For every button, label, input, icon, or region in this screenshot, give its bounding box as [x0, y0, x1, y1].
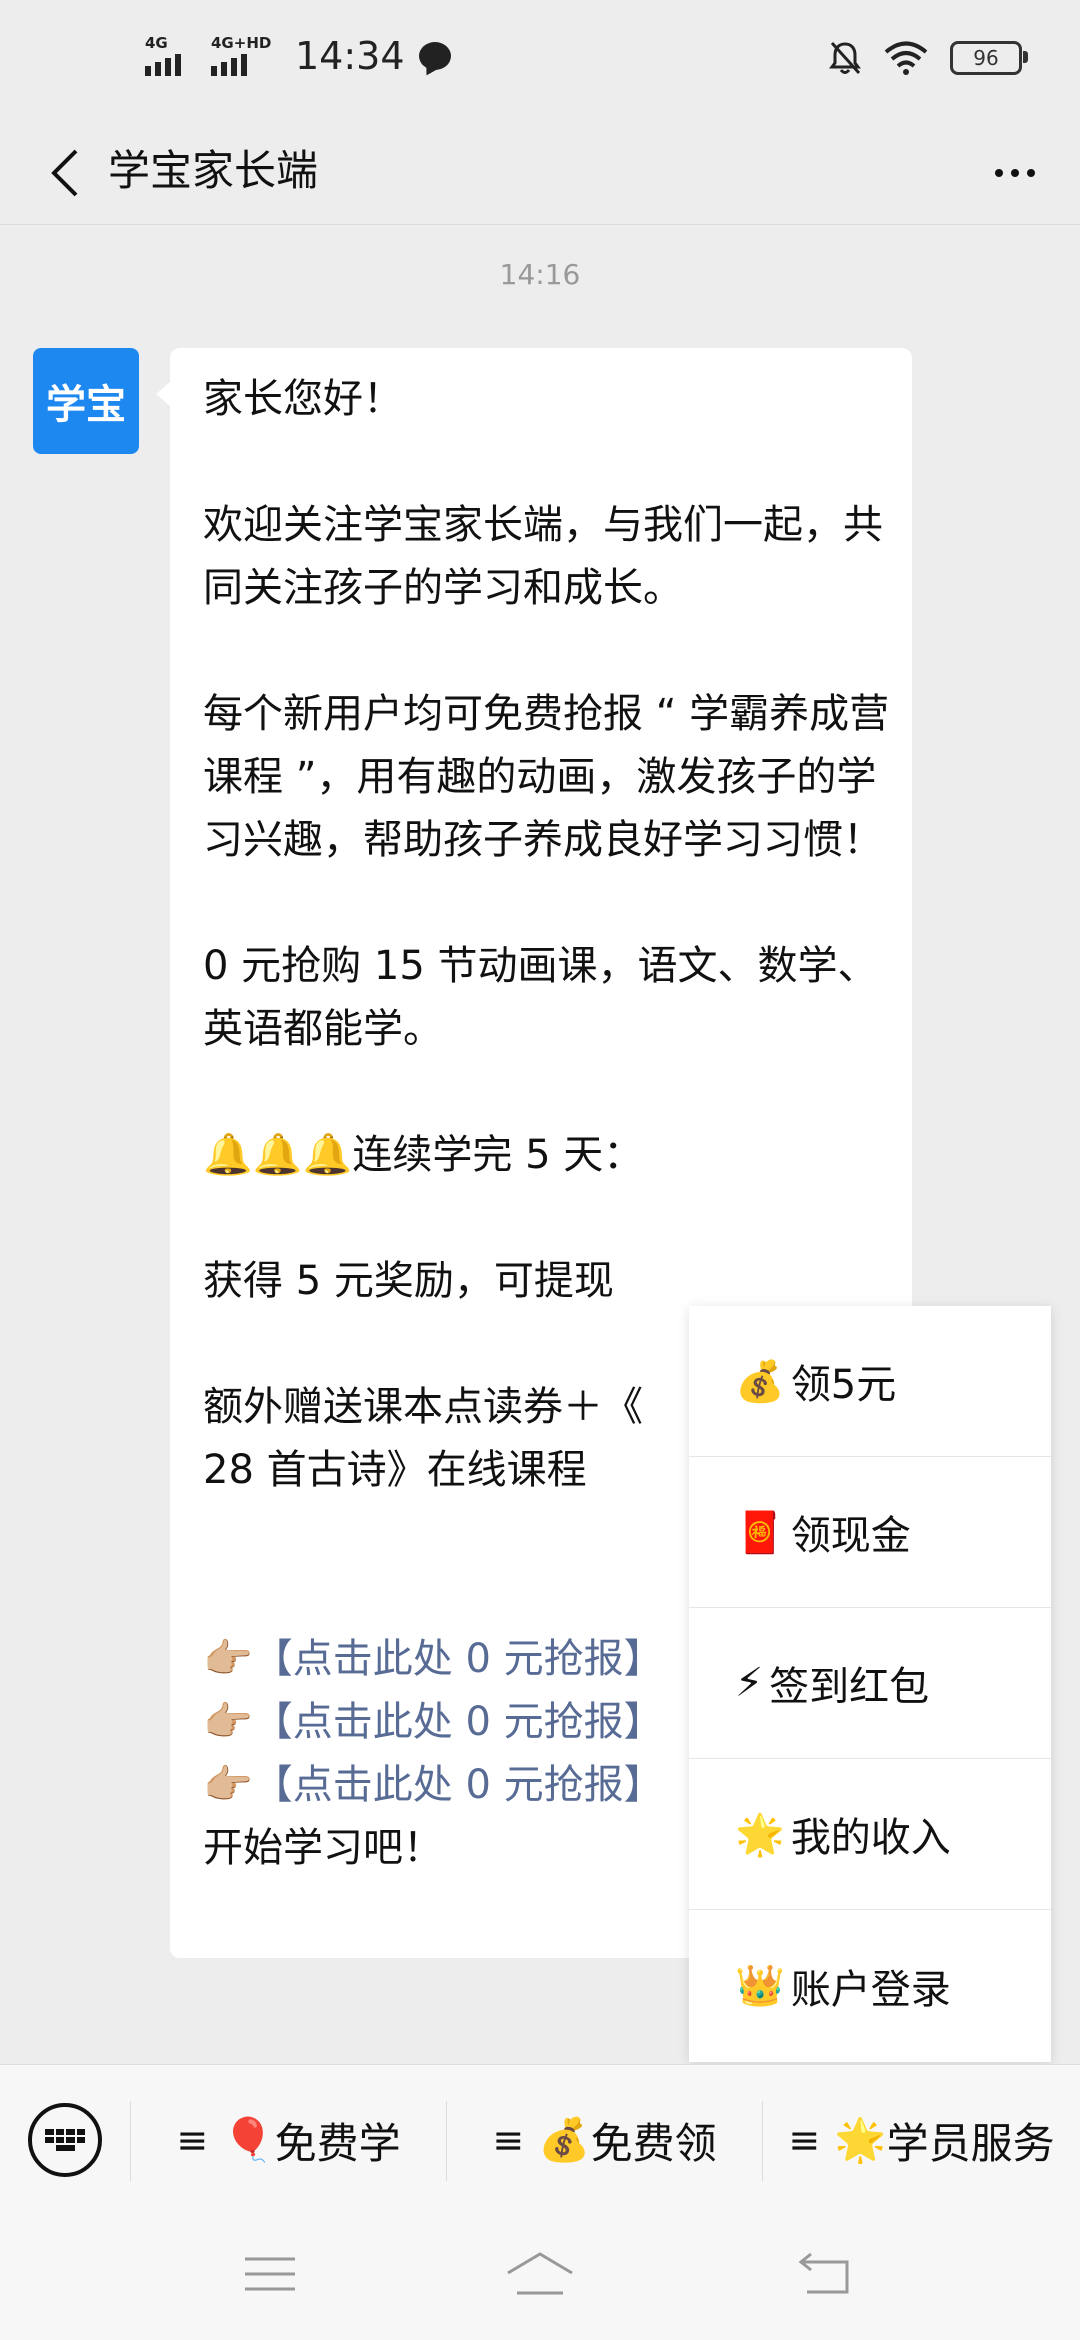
submenu-item-get-cash[interactable]: 🧧 领现金 [689, 1457, 1051, 1608]
red-envelope-icon: 🧧 [735, 1509, 785, 1556]
submenu-popup: 💰 领5元 🧧 领现金 ⚡ 签到红包 🌟 我的收入 👑 账户登录 [689, 1306, 1051, 2062]
submenu-item-my-income[interactable]: 🌟 我的收入 [689, 1759, 1051, 1910]
message-line: 0 元抢购 15 节动画课，语文、数学、英语都能学。 [203, 943, 878, 1052]
status-bar: 4G 4G+HD 14:34 96 [0, 0, 1080, 120]
mute-bell-icon [829, 41, 861, 75]
menu-student-service[interactable]: ≡ 🌟 学员服务 [763, 2065, 1080, 2215]
page-title: 学宝家长端 [108, 146, 319, 195]
star-icon: 🌟 [834, 2115, 887, 2164]
submenu-item-account-login[interactable]: 👑 账户登录 [689, 1910, 1051, 2061]
message-icon [418, 42, 451, 70]
battery-icon: 96 [950, 41, 1028, 75]
more-options-button[interactable] [980, 138, 1050, 208]
message-line: 🔔🔔🔔连续学完 5 天： [203, 1132, 644, 1178]
submenu-item-label: 领现金 [790, 1513, 911, 1559]
menu-free-gift[interactable]: ≡ 💰 免费领 [447, 2065, 762, 2215]
menu-lines-icon [245, 2257, 295, 2291]
signal-bars-icon [145, 54, 181, 76]
back-nav-icon [798, 2252, 849, 2294]
balloon-icon: 🎈 [222, 2115, 275, 2164]
more-dots-icon [995, 169, 1003, 177]
back-arrow-icon [51, 149, 78, 197]
menu-label: 免费学 [274, 2118, 401, 2168]
chat-header: 学宝家长端 [0, 120, 1080, 225]
menu-list-icon: ≡ [176, 2118, 209, 2162]
signal-4g: 4G [145, 34, 197, 78]
home-button[interactable] [500, 2244, 580, 2304]
home-icon [507, 2252, 573, 2295]
menu-list-icon: ≡ [492, 2118, 525, 2162]
submenu-item-label: 账户登录 [790, 1966, 951, 2013]
lightning-icon: ⚡ [735, 1660, 764, 1706]
status-time: 14:34 [295, 34, 405, 78]
avatar-label: 学宝 [46, 382, 126, 428]
money-bag-icon: 💰 [735, 1358, 785, 1405]
message-line: 欢迎关注学宝家长端，与我们一起，共同关注孩子的学习和成长。 [203, 502, 883, 611]
menu-free-study[interactable]: ≡ 🎈 免费学 [131, 2065, 446, 2215]
recent-apps-button[interactable] [230, 2244, 310, 2304]
crown-icon: 👑 [735, 1963, 785, 2009]
submenu-item-get-5-yuan[interactable]: 💰 领5元 [689, 1306, 1051, 1457]
back-nav-button[interactable] [785, 2244, 865, 2304]
submenu-item-label: 领5元 [790, 1362, 897, 1408]
message-line: 每个新用户均可免费抢报 “ 学霸养成营课程 ”，用有趣的动画，激发孩子的学习兴趣… [203, 691, 890, 863]
keyboard-icon [45, 2129, 85, 2151]
submenu-item-checkin-bonus[interactable]: ⚡ 签到红包 [689, 1608, 1051, 1759]
star-icon: 🌟 [735, 1811, 785, 1858]
back-button[interactable] [30, 138, 100, 208]
avatar[interactable]: 学宝 [33, 348, 139, 454]
menu-label: 学员服务 [886, 2118, 1055, 2168]
message-line: 家长您好！ [203, 376, 403, 422]
system-nav-bar [0, 2214, 1080, 2340]
official-account-menu-bar: ≡ 🎈 免费学 ≡ 💰 免费领 ≡ 🌟 学员服务 [0, 2064, 1080, 2215]
keyboard-toggle-button[interactable] [28, 2103, 102, 2177]
submenu-item-label: 我的收入 [790, 1815, 951, 1861]
signal-bars-icon [211, 54, 247, 76]
message-line: 获得 5 元奖励，可提现 [203, 1258, 614, 1304]
menu-label: 免费领 [590, 2118, 717, 2168]
battery-level: 96 [973, 46, 999, 70]
money-bag-icon: 💰 [538, 2115, 591, 2164]
submenu-item-label: 签到红包 [769, 1664, 930, 1710]
message-timestamp: 14:16 [499, 258, 581, 291]
signal-4g-hd: 4G+HD [211, 34, 273, 78]
wifi-icon [884, 41, 928, 75]
menu-list-icon: ≡ [788, 2118, 821, 2162]
